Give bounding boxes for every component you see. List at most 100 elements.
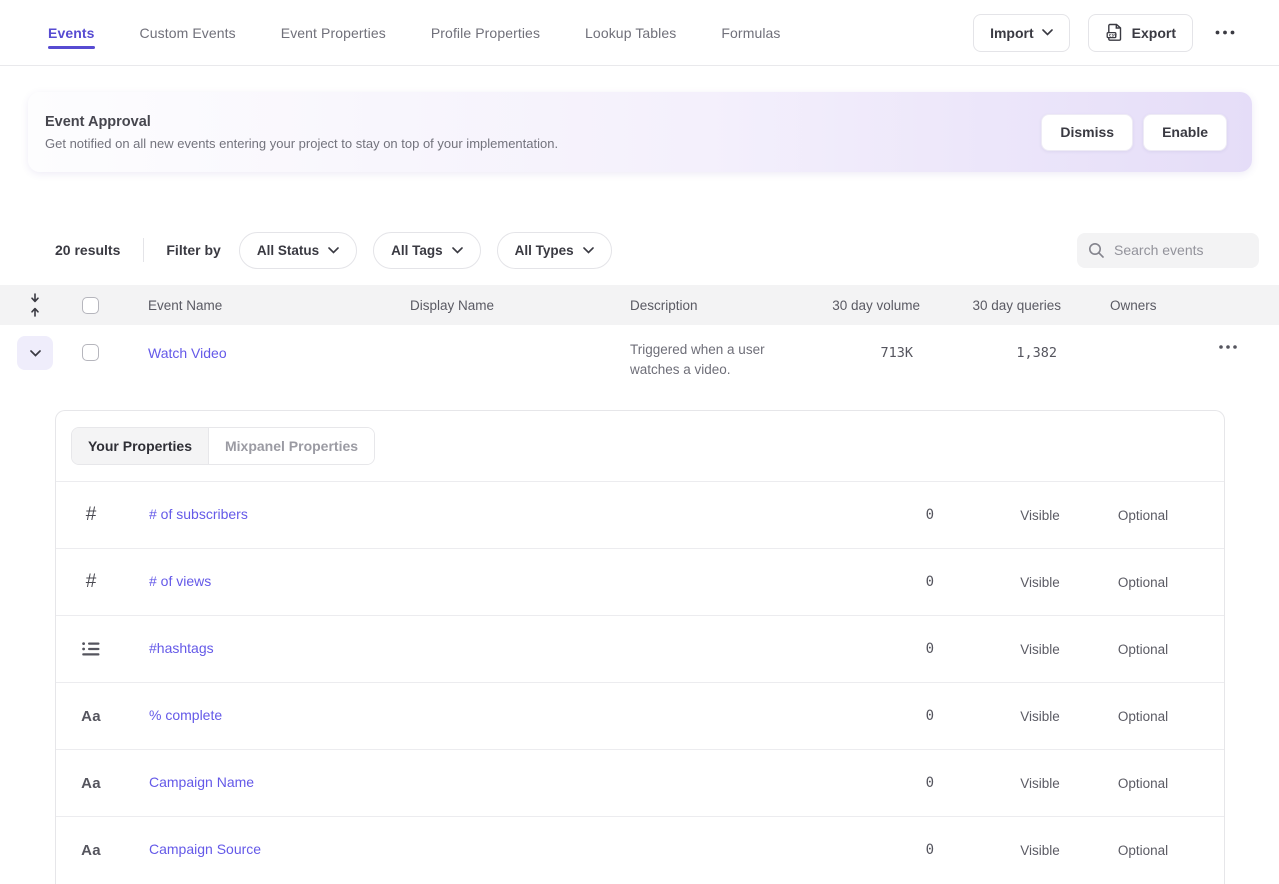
header-display-name: Display Name: [410, 298, 630, 313]
import-button[interactable]: Import: [973, 14, 1070, 52]
list-type-icon: [82, 641, 100, 657]
search-box[interactable]: [1077, 233, 1259, 268]
header-queries: 30 day queries: [920, 298, 1061, 313]
text-type-icon: Aa: [81, 842, 101, 859]
property-visibility: Visible: [990, 709, 1090, 724]
row-more-button[interactable]: [1213, 339, 1243, 355]
chevron-down-icon: [1042, 29, 1053, 36]
export-button-label: Export: [1132, 25, 1176, 41]
chevron-down-icon: [328, 247, 339, 254]
more-options-button[interactable]: [1211, 30, 1239, 35]
expand-cell: [0, 325, 70, 370]
property-name-link[interactable]: # of subscribers: [149, 506, 248, 522]
property-name-link[interactable]: #hashtags: [149, 640, 214, 656]
filter-dropdowns: All Status All Tags All Types: [239, 232, 628, 269]
filter-bar: 20 results Filter by All Status All Tags…: [0, 231, 1279, 269]
banner-description: Get notified on all new events entering …: [45, 136, 558, 151]
property-name-link[interactable]: % complete: [149, 707, 222, 723]
property-requirement: Optional: [1093, 508, 1193, 523]
nav-tab-formulas[interactable]: Formulas: [721, 0, 780, 66]
event-volume: 713K: [820, 325, 920, 361]
properties-panel: Your Properties Mixpanel Properties # Aa…: [55, 410, 1225, 884]
header-owners: Owners: [1061, 298, 1190, 313]
results-count: 20 results: [55, 242, 120, 258]
property-type-cell: # Aa: [56, 775, 126, 792]
property-name-link[interactable]: Campaign Name: [149, 774, 254, 790]
property-type-cell: # Aa: [56, 641, 126, 657]
property-requirement: Optional: [1093, 575, 1193, 590]
banner-text: Event Approval Get notified on all new e…: [28, 114, 558, 151]
property-type-cell: # Aa: [56, 571, 126, 593]
export-button[interactable]: csv Export: [1088, 14, 1193, 52]
property-type-cell: # Aa: [56, 504, 126, 526]
tab-mixpanel-properties[interactable]: Mixpanel Properties: [209, 428, 374, 464]
chevron-down-icon: [583, 247, 594, 254]
property-requirement: Optional: [1093, 709, 1193, 724]
table-header-row: Event Name Display Name Description 30 d…: [0, 285, 1279, 325]
event-queries: 1,382: [920, 325, 1061, 361]
property-requirement: Optional: [1093, 642, 1193, 657]
number-type-icon: #: [86, 571, 97, 593]
chevron-down-icon: [30, 350, 41, 357]
property-row: # Aa Campaign Source 0 Visible Optional: [56, 816, 1224, 883]
property-row: # Aa #hashtags 0 Visible Optional: [56, 615, 1224, 682]
property-visibility: Visible: [990, 776, 1090, 791]
banner-actions: Dismiss Enable: [1041, 114, 1252, 151]
search-icon: [1088, 242, 1105, 259]
collapse-all-cell: [0, 292, 70, 318]
nav-tab-event-properties[interactable]: Event Properties: [281, 0, 386, 66]
event-name-link[interactable]: Watch Video: [148, 345, 227, 361]
property-visibility: Visible: [990, 508, 1090, 523]
chevron-down-icon: [452, 247, 463, 254]
property-volume: 0: [834, 708, 934, 724]
property-visibility: Visible: [990, 843, 1090, 858]
number-type-icon: #: [86, 504, 97, 526]
filter-dropdown-all-types[interactable]: All Types: [497, 232, 612, 269]
banner-title: Event Approval: [45, 114, 558, 130]
event-description: Triggered when a user watches a video.: [630, 325, 820, 380]
nav-tab-profile-properties[interactable]: Profile Properties: [431, 0, 540, 66]
collapse-arrows-icon: [28, 292, 42, 318]
lexicon-events-page: Events Custom Events Event Properties Profi…: [0, 0, 1279, 884]
property-row: # Aa # of subscribers 0 Visible Optional: [56, 481, 1224, 548]
svg-text:csv: csv: [1108, 34, 1117, 39]
properties-tab-switcher: Your Properties Mixpanel Properties: [71, 427, 375, 465]
property-type-cell: # Aa: [56, 842, 126, 859]
property-rows: # Aa # of subscribers 0 Visible Optional…: [56, 481, 1224, 883]
select-all-checkbox[interactable]: [82, 297, 99, 314]
property-requirement: Optional: [1093, 776, 1193, 791]
enable-button[interactable]: Enable: [1143, 114, 1227, 151]
property-volume: 0: [834, 641, 934, 657]
ellipsis-icon: [1219, 345, 1237, 349]
event-approval-banner: Event Approval Get notified on all new e…: [28, 92, 1252, 172]
property-name-link[interactable]: # of views: [149, 573, 211, 589]
properties-tabs: Your Properties Mixpanel Properties: [56, 411, 1224, 481]
collapse-all-button[interactable]: [24, 292, 46, 318]
header-volume: 30 day volume: [820, 298, 920, 313]
property-volume: 0: [834, 574, 934, 590]
nav-tab-lookup-tables[interactable]: Lookup Tables: [585, 0, 676, 66]
header-event-name: Event Name: [110, 298, 410, 313]
collapse-row-button[interactable]: [17, 336, 53, 370]
filter-dropdown-label: All Status: [257, 243, 319, 258]
search-input[interactable]: [1114, 242, 1248, 258]
ellipsis-icon: [1215, 30, 1235, 35]
filter-by-label: Filter by: [166, 242, 220, 258]
nav-tab-custom-events[interactable]: Custom Events: [140, 0, 236, 66]
text-type-icon: Aa: [81, 775, 101, 792]
property-visibility: Visible: [990, 642, 1090, 657]
property-volume: 0: [834, 775, 934, 791]
filter-dropdown-all-status[interactable]: All Status: [239, 232, 357, 269]
nav-actions: Import csv Export: [973, 14, 1279, 52]
property-name-link[interactable]: Campaign Source: [149, 841, 261, 857]
nav-tab-events[interactable]: Events: [48, 0, 95, 66]
property-volume: 0: [834, 507, 934, 523]
property-row: # Aa Campaign Name 0 Visible Optional: [56, 749, 1224, 816]
event-row: Watch Video Triggered when a user watche…: [0, 325, 1279, 410]
row-checkbox[interactable]: [82, 344, 99, 361]
property-visibility: Visible: [990, 575, 1090, 590]
text-type-icon: Aa: [81, 708, 101, 725]
dismiss-button[interactable]: Dismiss: [1041, 114, 1133, 151]
tab-your-properties[interactable]: Your Properties: [72, 428, 209, 464]
filter-dropdown-all-tags[interactable]: All Tags: [373, 232, 481, 269]
